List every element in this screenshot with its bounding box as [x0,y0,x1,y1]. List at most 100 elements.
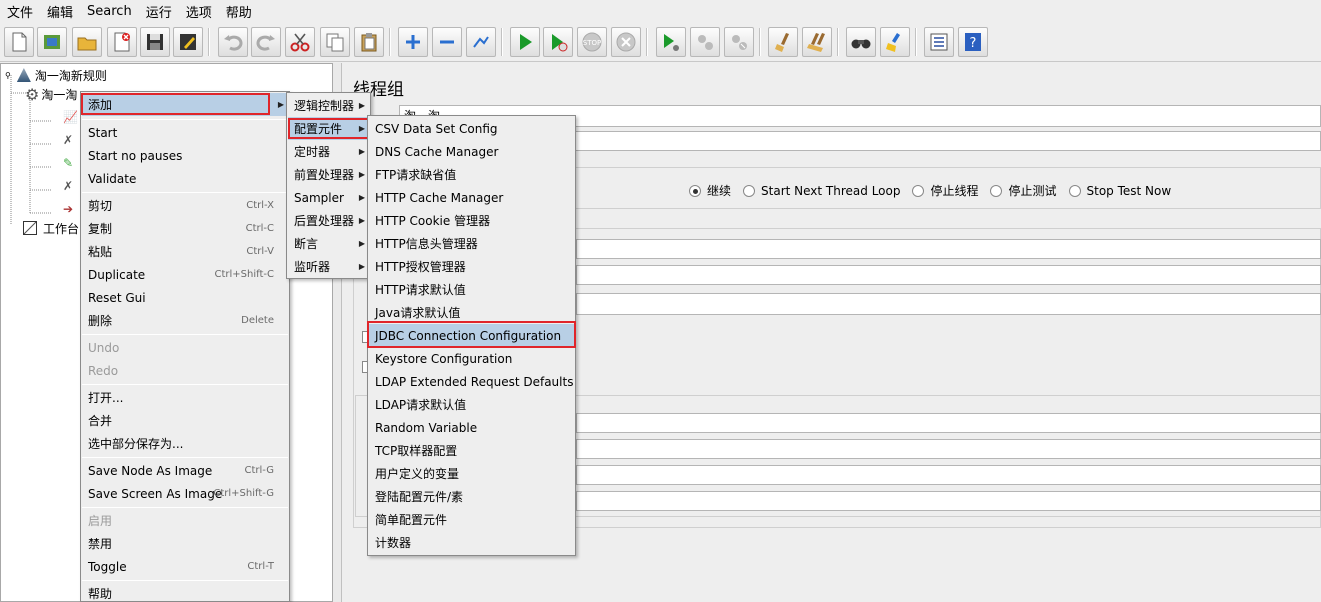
menu-item-start-no-pauses[interactable]: Start no pauses [82,144,288,167]
menu-run[interactable]: 运行 [139,2,179,21]
menu-item-merge[interactable]: 合并 [82,409,288,432]
radio-stop-test[interactable]: 停止测试 [990,182,1057,199]
menu-item-paste[interactable]: 粘贴 Ctrl-V [82,240,288,263]
menu-item-save-screen-image[interactable]: Save Screen As Image Ctrl+Shift-G [82,482,288,505]
threads-count-field[interactable] [576,239,1321,259]
submenu-arrow-icon: ▶ [358,101,365,110]
config-item-keystore[interactable]: Keystore Configuration [369,347,574,370]
clear-icon[interactable] [768,27,798,57]
submenu-item-logic-controller[interactable]: 逻辑控制器 ▶ [288,94,369,117]
config-item-dns-cache-manager[interactable]: DNS Cache Manager [369,140,574,163]
config-item-simple-config[interactable]: 简单配置元件 [369,508,574,531]
config-item-tcp-sampler-config[interactable]: TCP取样器配置 [369,439,574,462]
shutdown-icon[interactable] [611,27,641,57]
expand-icon[interactable] [398,27,428,57]
menu-edit[interactable]: 编辑 [40,2,80,21]
config-item-http-auth-manager[interactable]: HTTP授权管理器 [369,255,574,278]
config-item-counter[interactable]: 计数器 [369,531,574,554]
tree-child-node[interactable]: ➔ [63,200,73,218]
start-no-pause-icon[interactable] [543,27,573,57]
menu-search[interactable]: Search [80,4,139,19]
paste-icon[interactable] [354,27,384,57]
redo-icon[interactable] [251,27,281,57]
submenu-item-timer[interactable]: 定时器 ▶ [288,140,369,163]
start-icon[interactable] [510,27,540,57]
config-item-http-cache-manager[interactable]: HTTP Cache Manager [369,186,574,209]
end-time-field[interactable] [576,491,1321,511]
save-as-icon[interactable] [173,27,203,57]
close-icon[interactable] [107,27,137,57]
menu-item-reset-gui[interactable]: Reset Gui [82,286,288,309]
clear-all-icon[interactable] [802,27,832,57]
tree-child-node[interactable]: ✗ [63,131,73,149]
templates-icon[interactable] [37,27,67,57]
config-item-ldap-extended-defaults[interactable]: LDAP Extended Request Defaults [369,370,574,393]
menu-options[interactable]: 选项 [179,2,219,21]
collapse-icon[interactable] [432,27,462,57]
remote-stop-icon[interactable] [690,27,720,57]
submenu-item-pre-processor[interactable]: 前置处理器 ▶ [288,163,369,186]
start-time-field[interactable] [576,465,1321,485]
menu-item-copy[interactable]: 复制 Ctrl-C [82,217,288,240]
menu-bar: 文件 编辑 Search 运行 选项 帮助 [0,0,1321,22]
annotation-highlight-add [81,93,270,115]
toggle-expanded-icon[interactable]: ⚲ [5,71,11,80]
config-item-http-request-defaults[interactable]: HTTP请求默认值 [369,278,574,301]
radio-stop-test-now[interactable]: Stop Test Now [1068,182,1171,199]
radio-stop-thread[interactable]: 停止线程 [912,182,978,199]
cut-icon[interactable] [285,27,315,57]
undo-icon[interactable] [218,27,248,57]
svg-text:STOP: STOP [583,39,601,47]
remote-start-icon[interactable] [656,27,686,57]
tree-workbench-node[interactable]: 工作台 [23,219,79,237]
radio-continue[interactable]: 继续 [689,182,731,199]
tree-child-node[interactable]: 📈 [63,108,78,126]
config-item-ftp-defaults[interactable]: FTP请求缺省值 [369,163,574,186]
menu-item-delete[interactable]: 删除 Delete [82,309,288,332]
toggle-icon[interactable] [466,27,496,57]
config-item-random-variable[interactable]: Random Variable [369,416,574,439]
radio-start-next-loop[interactable]: Start Next Thread Loop [743,182,900,199]
config-item-http-cookie-manager[interactable]: HTTP Cookie 管理器 [369,209,574,232]
tree-child-node[interactable]: ✗ [63,177,73,195]
menu-item-start[interactable]: Start [82,121,288,144]
tree-root-node[interactable]: ⚲ 淘一淘新规则 [5,66,107,84]
ramp-up-field[interactable] [576,265,1321,285]
menu-file[interactable]: 文件 [0,2,40,21]
menu-item-disable[interactable]: 禁用 [82,532,288,555]
stop-icon[interactable]: STOP [577,27,607,57]
submenu-item-post-processor[interactable]: 后置处理器 ▶ [288,209,369,232]
copy-icon[interactable] [320,27,350,57]
startup-delay-field[interactable] [576,439,1321,459]
submenu-item-assertion[interactable]: 断言 ▶ [288,232,369,255]
config-item-http-header-manager[interactable]: HTTP信息头管理器 [369,232,574,255]
menu-help[interactable]: 帮助 [219,2,259,21]
save-icon[interactable] [140,27,170,57]
loop-count-field[interactable] [576,293,1321,315]
remote-shutdown-icon[interactable] [724,27,754,57]
menu-item-cut[interactable]: 剪切 Ctrl-X [82,194,288,217]
help-icon[interactable]: ? [958,27,988,57]
duration-field[interactable] [576,413,1321,433]
open-icon[interactable] [72,27,102,57]
menu-item-toggle[interactable]: Toggle Ctrl-T [82,555,288,578]
config-item-user-defined-variables[interactable]: 用户定义的变量 [369,462,574,485]
reset-search-icon[interactable] [880,27,910,57]
menu-item-duplicate[interactable]: Duplicate Ctrl+Shift-C [82,263,288,286]
tree-thread-group-node[interactable]: ⚙ 淘一淘 [25,85,77,104]
new-icon[interactable] [4,27,34,57]
config-item-ldap-request-defaults[interactable]: LDAP请求默认值 [369,393,574,416]
menu-item-validate[interactable]: Validate [82,167,288,190]
menu-item-open[interactable]: 打开... [82,386,288,409]
search-icon[interactable] [846,27,876,57]
menu-item-save-node-image[interactable]: Save Node As Image Ctrl-G [82,459,288,482]
config-item-csv-data-set[interactable]: CSV Data Set Config [369,117,574,140]
submenu-item-sampler[interactable]: Sampler ▶ [288,186,369,209]
submenu-item-listener[interactable]: 监听器 ▶ [288,255,369,278]
function-helper-icon[interactable] [924,27,954,57]
submenu-arrow-icon: ▶ [358,216,365,225]
config-item-login-config[interactable]: 登陆配置元件/素 [369,485,574,508]
menu-item-help[interactable]: 帮助 [82,582,288,602]
tree-child-node[interactable]: ✎ [63,154,73,172]
menu-item-save-selection[interactable]: 选中部分保存为... [82,432,288,455]
